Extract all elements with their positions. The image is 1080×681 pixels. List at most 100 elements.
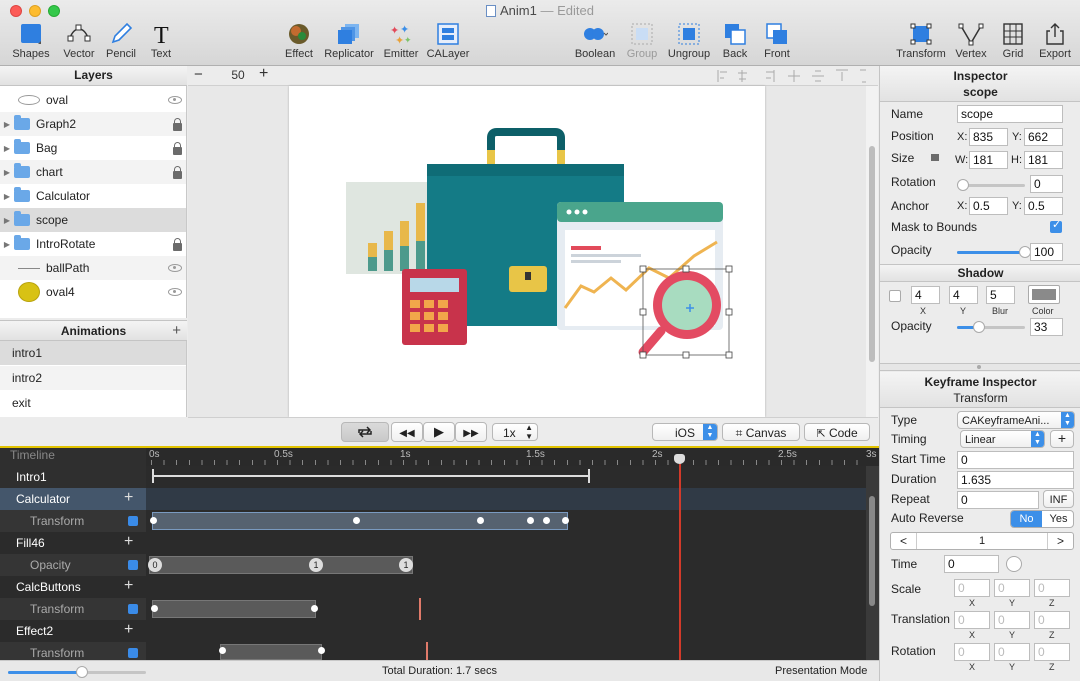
export-button[interactable]: Export xyxy=(1036,22,1074,60)
size-w-field[interactable]: 181 xyxy=(969,151,1008,169)
timeline-row-calculator[interactable]: Calculator + xyxy=(0,488,146,510)
effect-button[interactable]: Effect xyxy=(282,22,316,60)
animation-item[interactable]: intro2 xyxy=(0,366,186,390)
add-property-button[interactable]: + xyxy=(124,532,133,552)
animation-bar[interactable] xyxy=(152,600,316,618)
boolean-button[interactable]: Boolean xyxy=(573,22,617,60)
timeline-row-calcbuttons[interactable]: CalcButtons + xyxy=(0,576,146,598)
translation-x-field[interactable]: 0 xyxy=(954,611,990,629)
keyframe[interactable] xyxy=(527,517,534,524)
mask-to-bounds-checkbox[interactable]: ✓ xyxy=(1050,219,1062,233)
translation-z-field[interactable]: 0 xyxy=(1034,611,1070,629)
add-property-button[interactable]: + xyxy=(124,576,133,596)
disclosure-triangle-icon[interactable]: ▶ xyxy=(0,120,14,129)
layer-row-chart[interactable]: ▶ chart xyxy=(0,160,186,184)
previous-keyframe-button[interactable]: < xyxy=(891,533,917,549)
add-timing-button[interactable]: + xyxy=(1050,430,1074,448)
start-time-field[interactable]: 0 xyxy=(957,451,1074,469)
rewind-button[interactable]: ◀◀ xyxy=(391,422,423,442)
opacity-slider[interactable] xyxy=(957,246,1031,258)
timing-select[interactable]: Linear ▲ ▼ xyxy=(960,430,1045,448)
duration-field[interactable]: 1.635 xyxy=(957,471,1074,489)
timeline-row-fill46[interactable]: Fill46 + xyxy=(0,532,146,554)
replicator-button[interactable]: Replicator xyxy=(322,22,376,60)
calayer-button[interactable]: CALayer xyxy=(424,22,472,60)
enabled-checkbox[interactable] xyxy=(128,516,138,526)
enabled-checkbox[interactable] xyxy=(128,604,138,614)
timeline-row-calculator-transform[interactable]: Transform xyxy=(0,510,146,532)
size-h-field[interactable]: 181 xyxy=(1024,151,1063,169)
keyframe[interactable] xyxy=(477,517,484,524)
platform-select[interactable]: iOS ▲ ▼ xyxy=(652,423,718,441)
rotation-z-field[interactable]: 0 xyxy=(1034,643,1070,661)
artboard[interactable] xyxy=(289,86,765,417)
disclosure-triangle-icon[interactable]: ▶ xyxy=(0,216,14,225)
shadow-opacity-slider[interactable] xyxy=(957,321,1025,333)
time-picker-circle-icon[interactable] xyxy=(1006,556,1022,572)
opacity-keyframe[interactable]: 0 xyxy=(148,558,162,572)
keyframe[interactable] xyxy=(353,517,360,524)
enabled-checkbox[interactable] xyxy=(128,560,138,570)
shadow-x-field[interactable]: 4 xyxy=(911,286,940,304)
layer-row-bag[interactable]: ▶ Bag xyxy=(0,136,186,160)
add-animation-button[interactable]: + xyxy=(172,321,181,341)
timeline-ruler[interactable]: 0s 0.5s 1s 1.5s 2s 2.5s 3s xyxy=(146,448,879,466)
pencil-button[interactable]: Pencil xyxy=(103,22,139,60)
repeat-field[interactable]: 0 xyxy=(957,491,1039,509)
timeline-row-fill46-opacity[interactable]: Opacity xyxy=(0,554,146,576)
timeline-scrollbar[interactable] xyxy=(866,466,879,660)
visibility-eye-icon[interactable] xyxy=(168,264,182,272)
group-button[interactable]: Group xyxy=(625,22,659,60)
translation-y-field[interactable]: 0 xyxy=(994,611,1030,629)
rotation-slider[interactable] xyxy=(957,179,1025,191)
transform-tool-button[interactable]: Transform xyxy=(894,22,948,60)
layer-row-calculator[interactable]: ▶ Calculator xyxy=(0,184,186,208)
play-button[interactable]: ▶ xyxy=(423,422,455,442)
front-button[interactable]: Front xyxy=(760,22,794,60)
shadow-y-field[interactable]: 4 xyxy=(949,286,978,304)
code-button[interactable]: ⇱ Code xyxy=(804,423,870,441)
next-keyframe-button[interactable]: > xyxy=(1047,533,1073,549)
shadow-blur-field[interactable]: 5 xyxy=(986,286,1015,304)
presentation-mode-button[interactable]: Presentation Mode xyxy=(775,665,867,677)
canvas-scrollbar[interactable] xyxy=(866,86,878,417)
animation-bar[interactable] xyxy=(149,556,413,574)
keyframe[interactable] xyxy=(543,517,550,524)
disclosure-triangle-icon[interactable]: ▶ xyxy=(0,168,14,177)
scale-y-field[interactable]: 0 xyxy=(994,579,1030,597)
layer-row-ballpath[interactable]: ballPath xyxy=(0,256,186,280)
anchor-y-field[interactable]: 0.5 xyxy=(1024,197,1063,215)
disclosure-triangle-icon[interactable]: ▶ xyxy=(0,240,14,249)
enabled-checkbox[interactable] xyxy=(128,648,138,658)
timeline-row-intro1[interactable]: Intro1 xyxy=(0,466,146,488)
visibility-eye-icon[interactable] xyxy=(168,96,182,104)
back-button[interactable]: Back xyxy=(718,22,752,60)
lock-icon[interactable] xyxy=(173,166,182,179)
auto-reverse-toggle[interactable]: No Yes xyxy=(1010,510,1074,528)
grid-button[interactable]: Grid xyxy=(998,22,1028,60)
layer-row-oval[interactable]: oval xyxy=(0,88,186,112)
layer-row-introrotate[interactable]: ▶ IntroRotate xyxy=(0,232,186,256)
playback-rate-select[interactable]: 1x ▲ ▼ xyxy=(492,423,538,441)
animation-item[interactable]: exit xyxy=(0,391,186,415)
animation-bar[interactable] xyxy=(220,644,322,660)
shadow-enabled-checkbox[interactable] xyxy=(889,290,901,302)
panel-splitter[interactable] xyxy=(880,363,1080,371)
timeline-row-effect2-transform[interactable]: Transform xyxy=(0,642,146,660)
zoom-out-button[interactable]: − xyxy=(194,66,203,83)
vector-button[interactable]: Vector xyxy=(59,22,99,60)
disclosure-triangle-icon[interactable]: ▶ xyxy=(0,192,14,201)
keyframe[interactable] xyxy=(562,517,569,524)
lock-icon[interactable] xyxy=(173,118,182,131)
scale-z-field[interactable]: 0 xyxy=(1034,579,1070,597)
animation-bar[interactable] xyxy=(152,512,568,530)
scale-x-field[interactable]: 0 xyxy=(954,579,990,597)
infinite-repeat-button[interactable]: INF xyxy=(1043,490,1074,508)
time-field[interactable]: 0 xyxy=(944,555,999,573)
anchor-x-field[interactable]: 0.5 xyxy=(969,197,1008,215)
lock-icon[interactable] xyxy=(173,238,182,251)
rotation-field[interactable]: 0 xyxy=(1030,175,1063,193)
loop-button[interactable] xyxy=(341,422,389,442)
add-property-button[interactable]: + xyxy=(124,620,133,640)
disclosure-triangle-icon[interactable]: ▶ xyxy=(0,144,14,153)
